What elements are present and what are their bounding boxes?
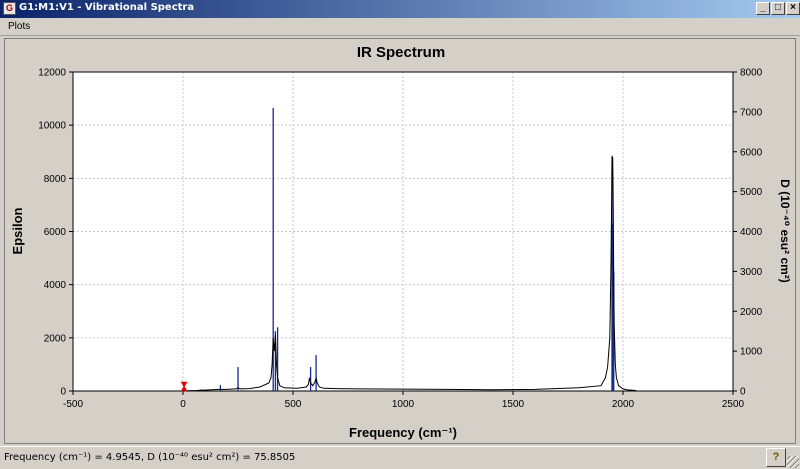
- gaussview-icon: G: [3, 2, 16, 15]
- y-tick-label: 12000: [38, 68, 66, 79]
- plot-panel: IR Spectrum -500 0 500 1000 1500 2000 2500 0 200…: [4, 38, 796, 444]
- x-tick-label: 2000: [612, 399, 635, 410]
- help-button[interactable]: ?: [766, 448, 786, 467]
- chart-title: IR Spectrum: [357, 44, 445, 61]
- ir-spectrum-chart[interactable]: IR Spectrum -500 0 500 1000 1500 2000 25000200…: [5, 39, 795, 443]
- x-tick-label: 1000: [392, 399, 415, 410]
- x-tick-label: -500: [63, 399, 83, 410]
- y2-tick-label: 8000: [740, 68, 763, 79]
- resize-grip-icon[interactable]: [787, 456, 799, 468]
- menu-plots[interactable]: Plots: [8, 21, 30, 32]
- title-bar: G G1:M1:V1 - Vibrational Spectra _ □ ×: [0, 0, 800, 18]
- x-tick-label: 0: [180, 399, 186, 410]
- y2-tick-label: 4000: [740, 227, 763, 238]
- status-bar: Frequency (cm⁻¹) = 4.9545, D (10⁻⁴⁰ esu²…: [0, 446, 800, 469]
- y-tick-label: 8000: [44, 174, 67, 185]
- y-tick-label: 2000: [44, 333, 67, 344]
- x-axis-label: Frequency (cm⁻¹): [349, 425, 457, 440]
- close-button[interactable]: ×: [786, 2, 800, 15]
- y-axis-label: Epsilon: [10, 207, 25, 254]
- y2-tick-label: 1000: [740, 347, 763, 358]
- x-tick-label: 2500: [722, 399, 745, 410]
- y2-tick-label: 2000: [740, 307, 763, 318]
- maximize-button[interactable]: □: [771, 2, 785, 15]
- y2-tick-label: 5000: [740, 187, 763, 198]
- window-title: G1:M1:V1 - Vibrational Spectra: [19, 2, 195, 13]
- y-tick-label: 10000: [38, 121, 66, 132]
- y2-tick-label: 0: [740, 387, 746, 398]
- y-tick-label: 6000: [44, 227, 67, 238]
- y-tick-label: 4000: [44, 280, 67, 291]
- y2-tick-label: 3000: [740, 267, 763, 278]
- y2-tick-label: 6000: [740, 147, 763, 158]
- x-tick-label: 1500: [502, 399, 525, 410]
- y2-tick-label: 7000: [740, 107, 763, 118]
- y2-axis-label: D (10⁻⁴⁰ esu² cm²): [778, 179, 792, 283]
- status-readout: Frequency (cm⁻¹) = 4.9545, D (10⁻⁴⁰ esu²…: [4, 452, 296, 463]
- x-tick-label: 500: [285, 399, 302, 410]
- y-tick-label: 0: [60, 387, 66, 398]
- minimize-button[interactable]: _: [756, 2, 770, 15]
- menu-bar: Plots: [0, 18, 800, 36]
